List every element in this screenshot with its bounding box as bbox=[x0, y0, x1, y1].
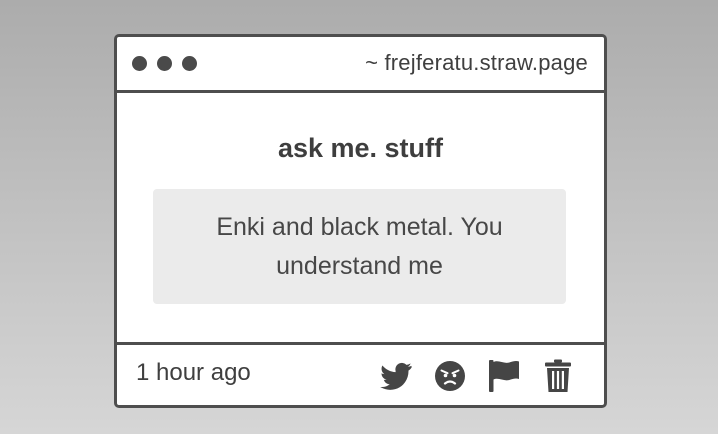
window-controls bbox=[132, 56, 197, 71]
react-angry-button[interactable] bbox=[432, 359, 468, 393]
flag-icon bbox=[489, 360, 519, 392]
delete-button[interactable] bbox=[540, 359, 576, 393]
angry-face-icon bbox=[435, 361, 465, 391]
window-dot-2 bbox=[157, 56, 172, 71]
title-bar: ~ frejferatu.straw.page bbox=[117, 37, 604, 93]
timestamp: 1 hour ago bbox=[136, 359, 251, 386]
trash-icon bbox=[545, 359, 571, 392]
report-flag-button[interactable] bbox=[486, 359, 522, 393]
share-twitter-button[interactable] bbox=[378, 359, 414, 393]
card-footer: 1 hour ago bbox=[117, 342, 604, 408]
message-box: Enki and black metal. You understand me bbox=[153, 189, 566, 304]
window-dot-1 bbox=[132, 56, 147, 71]
page-title: ask me. stuff bbox=[277, 133, 444, 163]
browser-window: ~ frejferatu.straw.page ask me. stuff En… bbox=[114, 34, 607, 408]
card-content: ask me. stuff Enki and black metal. You … bbox=[117, 93, 604, 343]
page-url: ~ frejferatu.straw.page bbox=[365, 50, 588, 75]
action-bar bbox=[378, 359, 576, 393]
window-dot-3 bbox=[182, 56, 197, 71]
message-text: Enki and black metal. You understand me bbox=[216, 212, 503, 280]
twitter-icon bbox=[380, 362, 412, 390]
